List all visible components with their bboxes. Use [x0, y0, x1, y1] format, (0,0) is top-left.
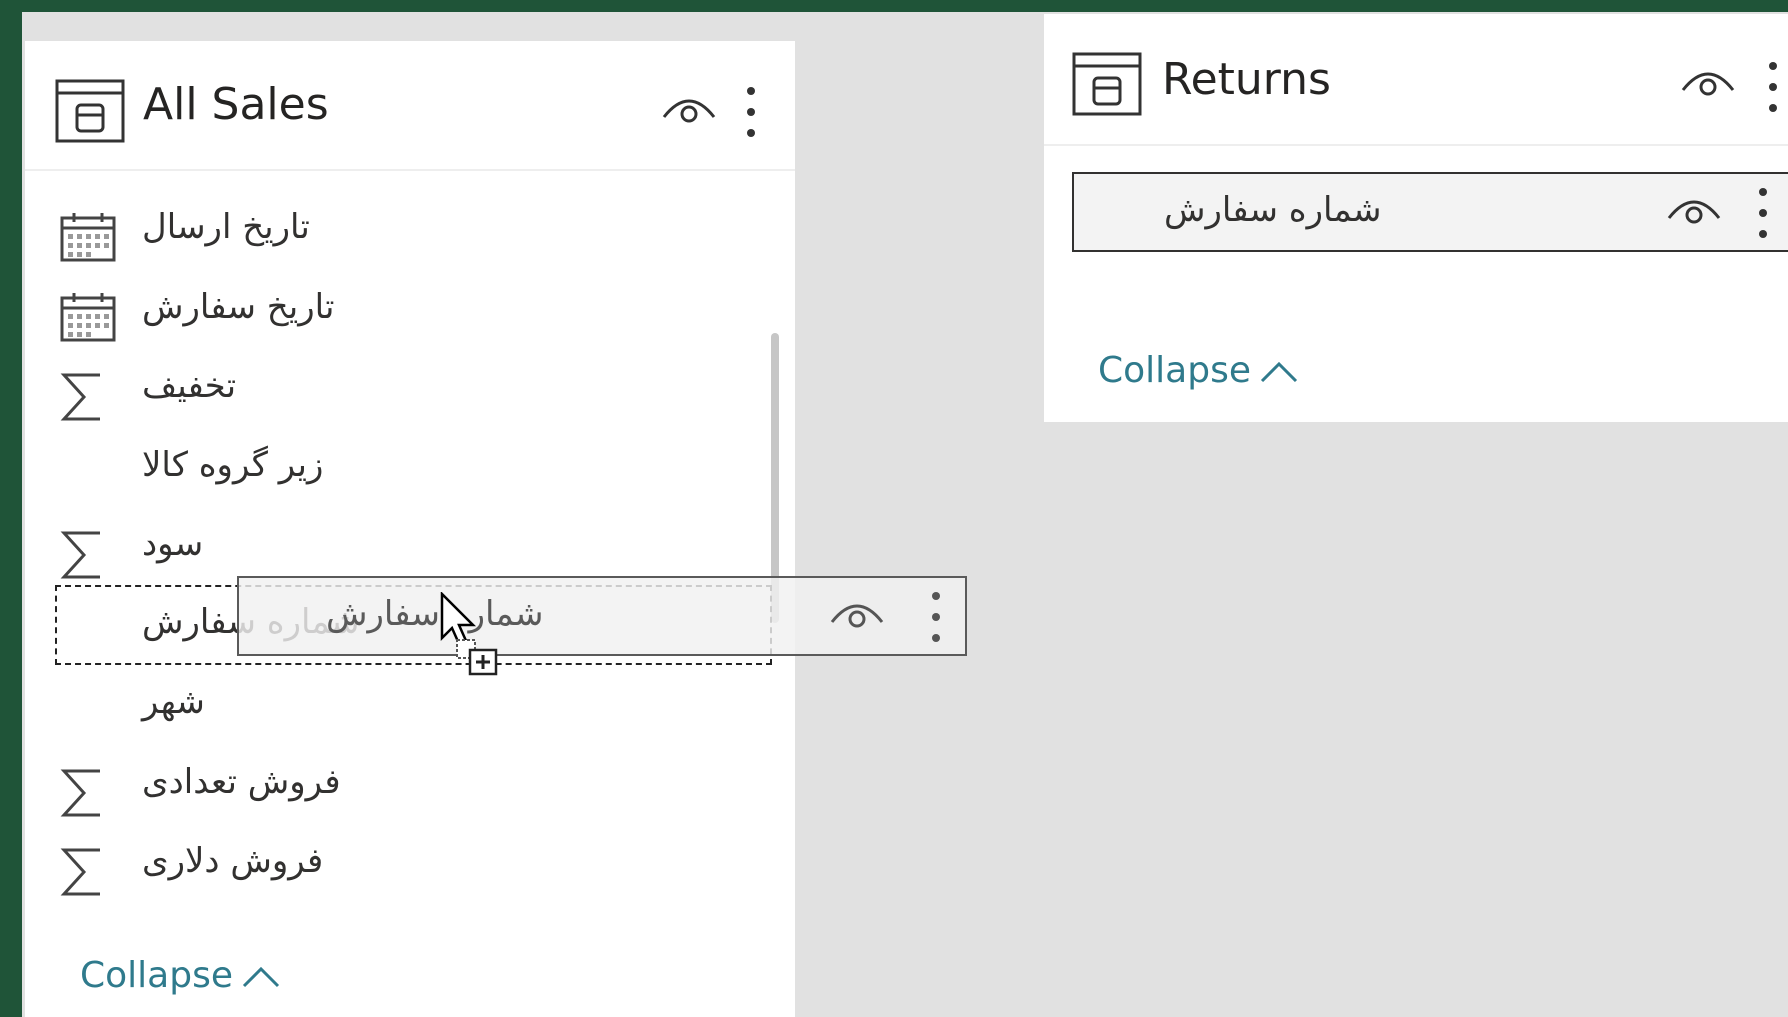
drag-ghost-label: شماره سفارش [326, 594, 544, 634]
sigma-icon [60, 373, 100, 421]
field-label: تاریخ ارسال [142, 207, 310, 247]
field-row[interactable]: تخفیف [25, 358, 765, 426]
field-row[interactable]: زیر گروه کالا [25, 437, 765, 505]
field-label: سود [142, 524, 204, 564]
collapse-label: Collapse [80, 955, 233, 996]
visibility-eye-icon [830, 604, 884, 628]
drag-copy-cursor-icon [440, 592, 498, 676]
more-options-icon[interactable] [1756, 186, 1770, 240]
field-row[interactable]: فروش تعدادی [25, 754, 765, 822]
more-options-icon [932, 592, 940, 642]
field-label: فروش دلاری [142, 841, 324, 881]
field-row[interactable]: سود [25, 516, 765, 584]
card-header: Returns [1044, 14, 1788, 146]
field-row[interactable]: فروش دلاری [25, 833, 765, 901]
card-title: All Sales [143, 79, 329, 130]
card-title: Returns [1162, 54, 1331, 105]
more-options-icon[interactable] [1766, 60, 1780, 114]
collapse-label: Collapse [1098, 350, 1251, 391]
field-label: تخفیف [142, 366, 237, 406]
field-label: تاریخ سفارش [142, 287, 335, 327]
field-label: زیر گروه کالا [142, 445, 324, 485]
field-label: شماره سفارش [1164, 190, 1382, 230]
table-card-returns[interactable]: Returns شماره سفارش Collapse [1044, 14, 1788, 422]
visibility-eye-icon[interactable] [1666, 190, 1722, 230]
sigma-icon [60, 848, 100, 896]
more-options-icon[interactable] [744, 85, 758, 139]
table-icon [55, 79, 125, 143]
calendar-icon [60, 293, 116, 342]
visibility-eye-icon[interactable] [1680, 62, 1736, 102]
field-label: شهر [142, 682, 205, 722]
chevron-up-icon [1260, 361, 1298, 383]
collapse-link[interactable]: Collapse [1098, 350, 1299, 391]
field-row[interactable]: تاریخ ارسال [25, 199, 765, 267]
sigma-icon [60, 769, 100, 817]
card-header: All Sales [25, 41, 795, 171]
calendar-icon [60, 213, 116, 262]
drag-ghost-field[interactable]: شماره سفارش [237, 576, 967, 656]
collapse-link[interactable]: Collapse [80, 955, 281, 996]
chevron-up-icon [242, 966, 280, 988]
table-icon [1072, 52, 1142, 116]
table-card-all-sales[interactable]: All Sales تاریخ ارسال تاریخ سفارش تخفیف … [25, 41, 795, 1017]
field-row[interactable]: تاریخ سفارش [25, 279, 765, 347]
field-row[interactable]: شهر [25, 674, 765, 742]
field-label: فروش تعدادی [142, 762, 341, 802]
sigma-icon [60, 531, 100, 579]
field-row-selected[interactable]: شماره سفارش [1072, 172, 1788, 252]
visibility-eye-icon[interactable] [661, 89, 717, 129]
